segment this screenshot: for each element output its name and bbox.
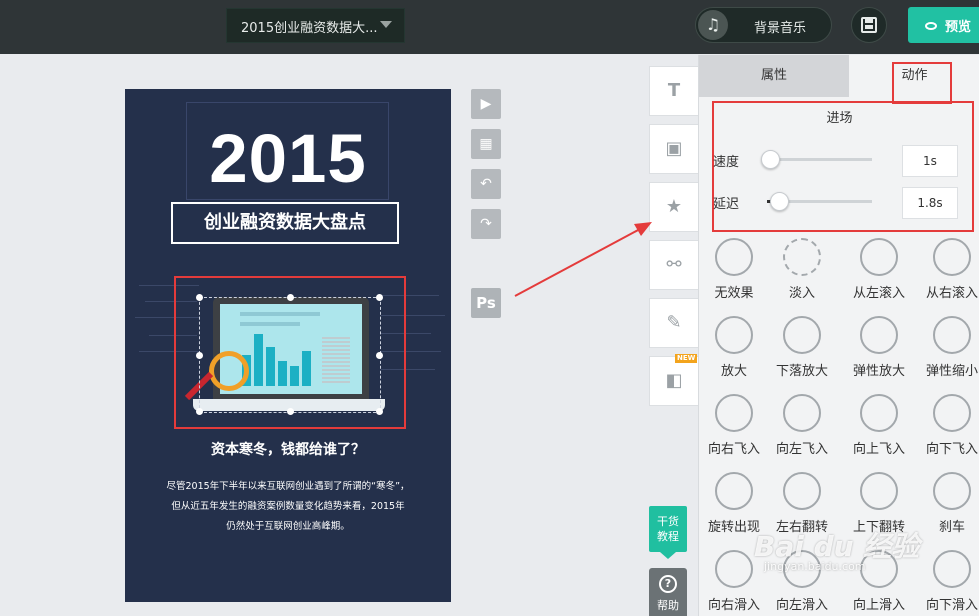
watermark-logo: Bai du 经验 xyxy=(754,530,920,563)
watermark-url: jingyan.baidu.com xyxy=(764,560,866,573)
annotation-arrow xyxy=(514,222,652,297)
